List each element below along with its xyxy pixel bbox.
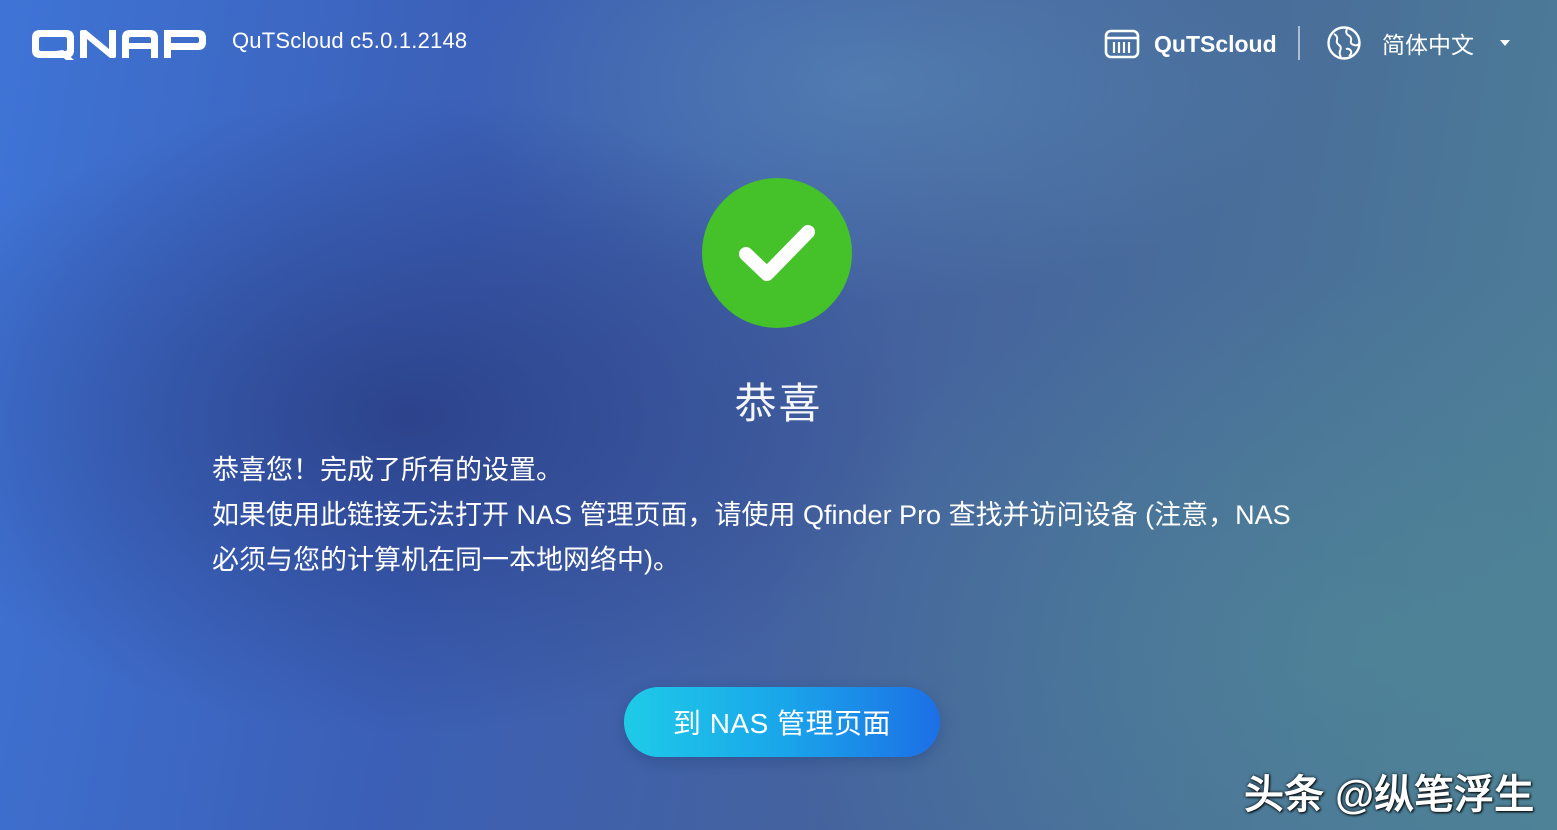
completion-message: 恭喜您！完成了所有的设置。 如果使用此链接无法打开 NAS 管理页面，请使用 Q…	[212, 448, 1302, 583]
globe-icon	[1327, 26, 1361, 60]
qutscloud-label: QuTScloud	[1154, 30, 1277, 57]
page-title: 恭喜	[734, 380, 823, 427]
qnap-logo	[32, 30, 206, 60]
watermark-text: 头条 @纵笔浮生	[1244, 773, 1535, 817]
nas-device-icon	[1104, 29, 1140, 59]
language-label: 简体中文	[1382, 32, 1474, 58]
success-status	[702, 178, 852, 328]
language-selector[interactable]: 简体中文	[1326, 24, 1510, 62]
caret-down-icon	[1500, 40, 1510, 46]
checkmark-icon	[739, 225, 815, 281]
go-to-nas-management-button[interactable]: 到 NAS 管理页面	[624, 687, 940, 757]
version-label: QuTScloud c5.0.1.2148	[232, 28, 468, 53]
header-divider	[1298, 26, 1300, 60]
qutscloud-link[interactable]: QuTScloud	[1104, 26, 1277, 62]
message-line-2: 如果使用此链接无法打开 NAS 管理页面，请使用 Qfinder Pro 查找并…	[212, 500, 1291, 575]
message-line-1: 恭喜您！完成了所有的设置。	[212, 455, 563, 485]
